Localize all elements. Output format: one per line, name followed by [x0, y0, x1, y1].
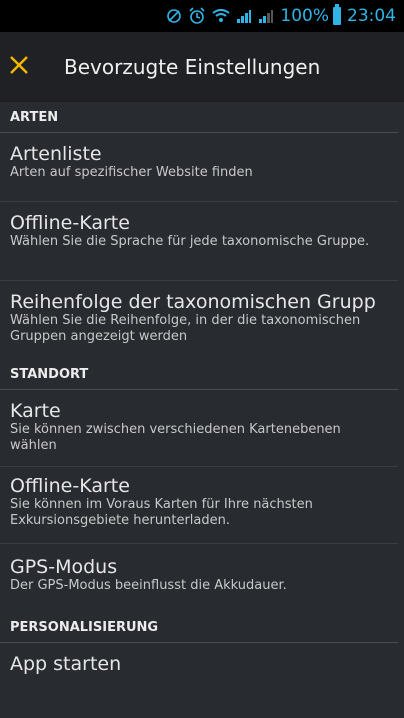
- battery-icon: [333, 4, 341, 25]
- status-bar: 100% 23:04: [0, 0, 404, 32]
- item-subtitle: Wählen Sie die Reihenfolge, in der die t…: [10, 313, 361, 344]
- close-icon: [9, 55, 29, 79]
- item-subtitle: Wählen Sie die Sprache für jede taxonomi…: [10, 234, 370, 249]
- item-subtitle: Sie können zwischen verschiedenen Karten…: [10, 422, 341, 453]
- close-button[interactable]: [4, 52, 34, 82]
- signal-icon-2: [258, 8, 274, 24]
- toolbar: Bevorzugte Einstellungen: [0, 32, 404, 102]
- settings-item-app-starten[interactable]: App starten: [0, 643, 398, 693]
- item-subtitle: Arten auf spezifischer Website finden: [10, 165, 253, 180]
- item-title: App starten: [10, 653, 122, 675]
- settings-item-karte[interactable]: Karte Sie können zwischen verschiedenen …: [0, 390, 398, 467]
- page-title: Bevorzugte Einstellungen: [64, 54, 321, 79]
- section-header-personalisierung: PERSONALISIERUNG: [0, 612, 398, 643]
- alarm-icon: [188, 7, 206, 25]
- settings-item-gps-modus[interactable]: GPS-Modus Der GPS-Modus beeinflusst die …: [0, 544, 398, 612]
- settings-item-eingabesprache[interactable]: Offline-Karte Wählen Sie die Sprache für…: [0, 202, 398, 281]
- no-alarm-icon: [166, 8, 182, 24]
- section-header-standort: STANDORT: [0, 359, 398, 390]
- item-title: Offline-Karte: [10, 475, 130, 497]
- wifi-icon: [212, 9, 230, 23]
- item-title: Karte: [10, 400, 61, 422]
- settings-item-reihenfolge[interactable]: Reihenfolge der taxonomischen Grupp Wähl…: [0, 281, 398, 359]
- clock: 23:04: [347, 6, 396, 26]
- signal-icon: [236, 8, 252, 24]
- item-subtitle: Der GPS-Modus beeinflusst die Akkudauer.: [10, 578, 287, 593]
- item-title: Offline-Karte: [10, 212, 130, 234]
- settings-list: ARTEN Artenliste Arten auf spezifischer …: [0, 102, 404, 693]
- settings-item-artenliste[interactable]: Artenliste Arten auf spezifischer Websit…: [0, 133, 398, 202]
- section-header-arten: ARTEN: [0, 102, 398, 133]
- item-title: Reihenfolge der taxonomischen Grupp: [10, 291, 376, 313]
- item-title: GPS-Modus: [10, 556, 118, 578]
- battery-percent: 100%: [280, 6, 329, 26]
- settings-item-offline-karte[interactable]: Offline-Karte Sie können im Voraus Karte…: [0, 467, 398, 544]
- item-subtitle: Sie können im Voraus Karten für Ihre näc…: [10, 497, 313, 528]
- item-title: Artenliste: [10, 143, 102, 165]
